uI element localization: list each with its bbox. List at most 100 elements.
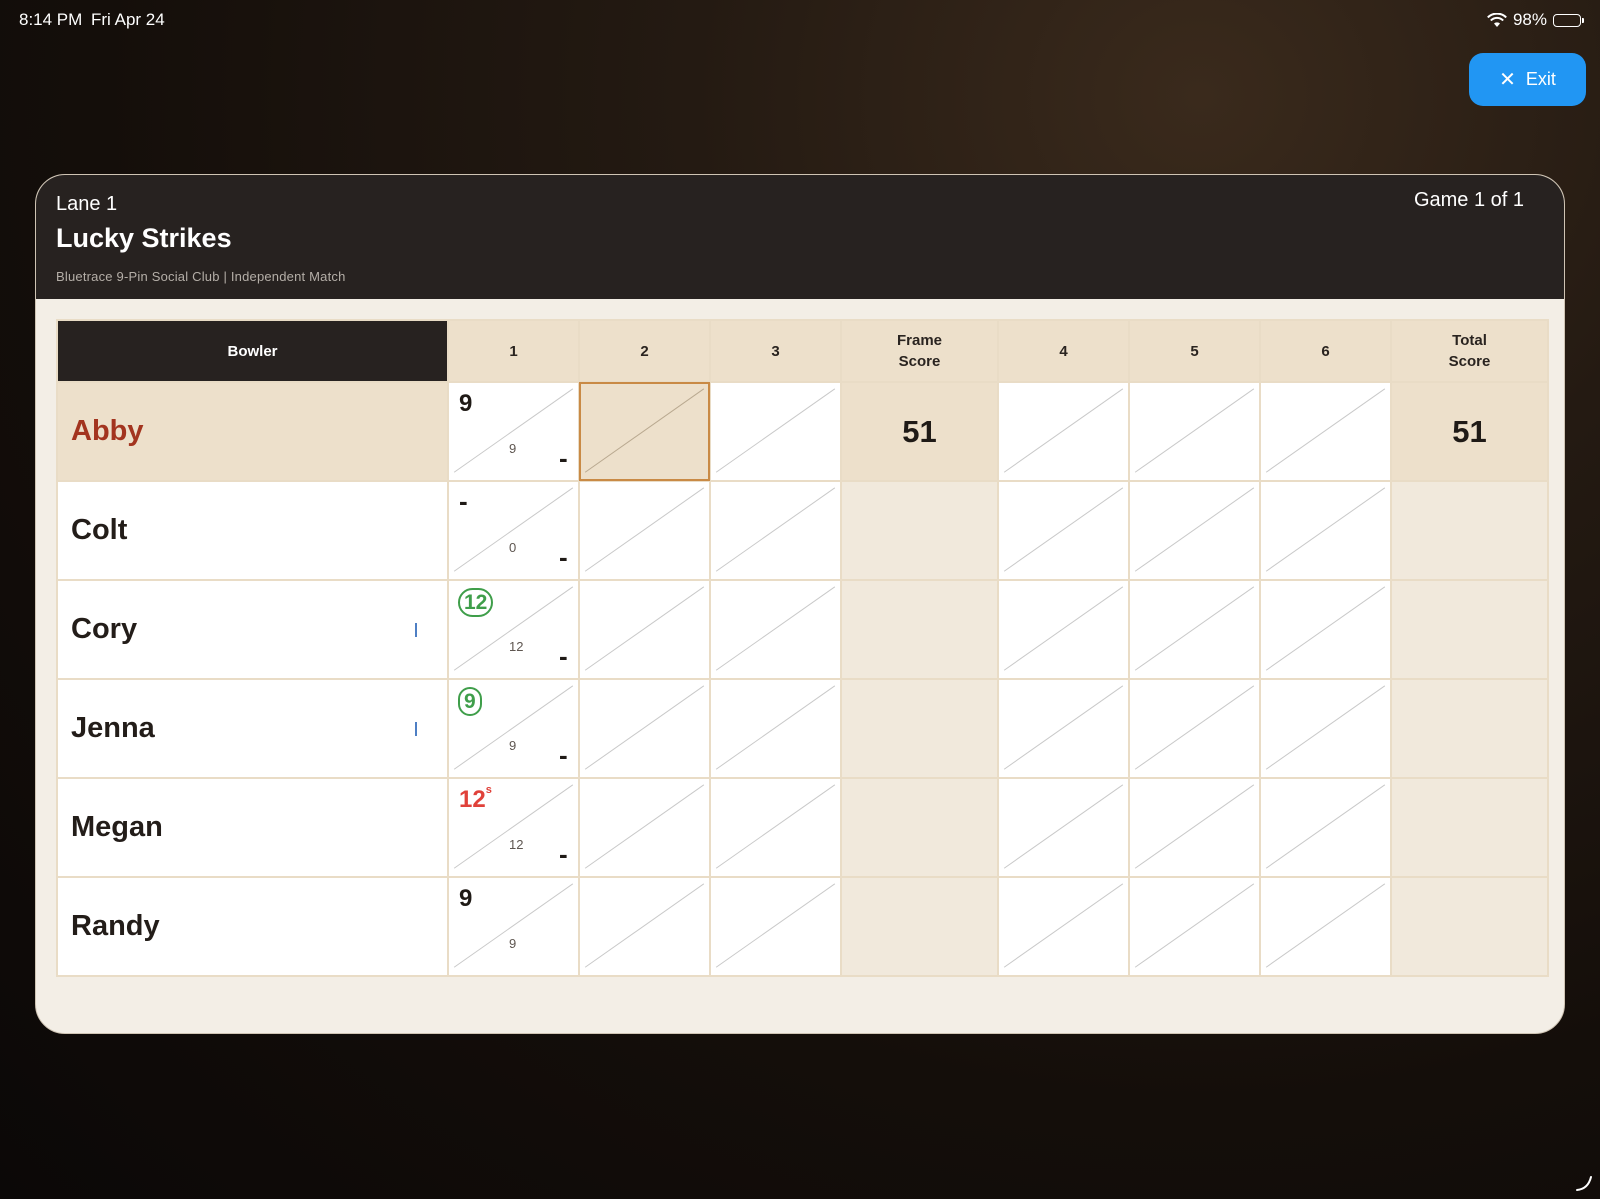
frame-6-cell[interactable] bbox=[1259, 381, 1392, 482]
frame-divider bbox=[580, 779, 709, 876]
frame-6-cell[interactable] bbox=[1259, 876, 1392, 977]
bowler-row-jenna[interactable]: Jenna 9 9 - bbox=[56, 678, 1549, 779]
scorecard-header: Lane 1 Lucky Strikes Bluetrace 9-Pin Soc… bbox=[36, 175, 1564, 299]
frame-score-label-2: Score bbox=[898, 353, 941, 370]
frame-6-cell[interactable] bbox=[1259, 579, 1392, 680]
frame-divider bbox=[1130, 779, 1259, 876]
column-header-frame-3: 3 bbox=[709, 319, 842, 383]
frame-4-cell[interactable] bbox=[997, 777, 1130, 878]
frame-divider bbox=[580, 383, 709, 480]
frame-4-cell[interactable] bbox=[997, 579, 1130, 680]
bowler-name-text: Jenna bbox=[71, 712, 155, 744]
status-bar: 8:14 PM Fri Apr 24 98% bbox=[19, 8, 1584, 30]
frame-4-cell[interactable] bbox=[997, 381, 1130, 482]
second-roll: - bbox=[559, 443, 568, 473]
frame-divider bbox=[1261, 581, 1390, 678]
frame-2-cell[interactable] bbox=[578, 480, 711, 581]
frame-divider bbox=[1261, 878, 1390, 975]
frame-2-cell[interactable] bbox=[578, 678, 711, 779]
frame-divider bbox=[711, 680, 840, 777]
score-table: Bowler 1 2 3 Frame Score 4 5 6 Total Score… bbox=[56, 319, 1549, 977]
frame-divider bbox=[580, 680, 709, 777]
frame-3-cell[interactable] bbox=[709, 480, 842, 581]
running-score: 0 bbox=[509, 540, 517, 555]
close-icon: ✕ bbox=[1499, 68, 1516, 91]
frame-divider bbox=[711, 779, 840, 876]
exit-button[interactable]: ✕ Exit bbox=[1469, 53, 1586, 106]
frame-divider bbox=[711, 383, 840, 480]
frame-2-cell-selected[interactable] bbox=[578, 381, 711, 482]
running-score: 9 bbox=[509, 738, 517, 753]
frame-1-cell[interactable]: 9 9 - bbox=[447, 381, 580, 482]
bowler-row-megan[interactable]: Megan 12s 12 - bbox=[56, 777, 1549, 878]
status-time: 8:14 PM bbox=[19, 10, 83, 29]
frame-1-cell[interactable]: 9 9 - bbox=[447, 678, 580, 779]
bowler-name[interactable]: Randy bbox=[56, 876, 449, 977]
bowler-row-randy[interactable]: Randy 9 9 bbox=[56, 876, 1549, 977]
frame-1-cell[interactable]: 12 12 - bbox=[447, 579, 580, 680]
frame-4-cell[interactable] bbox=[997, 480, 1130, 581]
bowler-row-cory[interactable]: Cory 12 12 - bbox=[56, 579, 1549, 680]
frame-3-cell[interactable] bbox=[709, 777, 842, 878]
frame-4-cell[interactable] bbox=[997, 876, 1130, 977]
frame-1-cell[interactable]: 12s 12 - bbox=[447, 777, 580, 878]
first-roll: 9 bbox=[459, 390, 473, 417]
frame-3-cell[interactable] bbox=[709, 381, 842, 482]
frame-2-cell[interactable] bbox=[578, 579, 711, 680]
frame-divider bbox=[711, 878, 840, 975]
frame-score-cell bbox=[840, 579, 999, 680]
split-roll-value: 12 bbox=[459, 786, 486, 813]
column-header-frame-6: 6 bbox=[1259, 319, 1392, 383]
team-name: Lucky Strikes bbox=[56, 223, 232, 253]
second-roll: - bbox=[559, 542, 568, 572]
frame-4-cell[interactable] bbox=[997, 678, 1130, 779]
frame-divider bbox=[711, 581, 840, 678]
frame-divider bbox=[1261, 482, 1390, 579]
frame-6-cell[interactable] bbox=[1259, 480, 1392, 581]
frame-3-cell[interactable] bbox=[709, 579, 842, 680]
frame-3-cell[interactable] bbox=[709, 876, 842, 977]
frame-1-cell[interactable]: 9 9 bbox=[447, 876, 580, 977]
frame-score-cell: 51 bbox=[840, 381, 999, 482]
lane-label: Lane 1 bbox=[56, 193, 118, 215]
clean-first-roll-badge: 9 bbox=[458, 687, 482, 716]
bowler-row-abby[interactable]: Abby 9 9 - 51 51 bbox=[56, 381, 1549, 482]
frame-5-cell[interactable] bbox=[1128, 480, 1261, 581]
battery-icon bbox=[1553, 13, 1584, 27]
bowler-name[interactable]: Cory bbox=[56, 579, 449, 680]
bowler-name[interactable]: Colt bbox=[56, 480, 449, 581]
bowler-row-colt[interactable]: Colt - 0 - bbox=[56, 480, 1549, 581]
scorecard: Lane 1 Lucky Strikes Bluetrace 9-Pin Soc… bbox=[35, 174, 1565, 1034]
frame-5-cell[interactable] bbox=[1128, 381, 1261, 482]
frame-divider bbox=[999, 878, 1128, 975]
frame-divider bbox=[1261, 383, 1390, 480]
first-roll: 9 bbox=[459, 885, 473, 912]
bowler-name[interactable]: Abby bbox=[56, 381, 449, 482]
column-header-total-score: Total Score bbox=[1390, 319, 1549, 383]
frame-5-cell[interactable] bbox=[1128, 678, 1261, 779]
frame-2-cell[interactable] bbox=[578, 777, 711, 878]
frame-divider bbox=[1130, 383, 1259, 480]
total-score-cell bbox=[1390, 678, 1549, 779]
bowler-name[interactable]: Jenna bbox=[56, 678, 449, 779]
resize-handle-icon[interactable] bbox=[1574, 1173, 1594, 1193]
battery-percent: 98% bbox=[1512, 10, 1547, 29]
frame-divider bbox=[711, 482, 840, 579]
bowler-name-text: Cory bbox=[71, 613, 138, 645]
frame-2-cell[interactable] bbox=[578, 876, 711, 977]
frame-6-cell[interactable] bbox=[1259, 777, 1392, 878]
frame-divider bbox=[1130, 680, 1259, 777]
header-row: Bowler 1 2 3 Frame Score 4 5 6 Total Score bbox=[56, 319, 1549, 383]
frame-6-cell[interactable] bbox=[1259, 678, 1392, 779]
column-header-frame-score: Frame Score bbox=[840, 319, 999, 383]
bowler-name[interactable]: Megan bbox=[56, 777, 449, 878]
second-roll: - bbox=[559, 839, 568, 869]
frame-divider bbox=[580, 581, 709, 678]
frame-1-cell[interactable]: - 0 - bbox=[447, 480, 580, 581]
frame-5-cell[interactable] bbox=[1128, 777, 1261, 878]
frame-divider bbox=[999, 383, 1128, 480]
frame-3-cell[interactable] bbox=[709, 678, 842, 779]
frame-divider bbox=[580, 878, 709, 975]
frame-5-cell[interactable] bbox=[1128, 876, 1261, 977]
frame-5-cell[interactable] bbox=[1128, 579, 1261, 680]
